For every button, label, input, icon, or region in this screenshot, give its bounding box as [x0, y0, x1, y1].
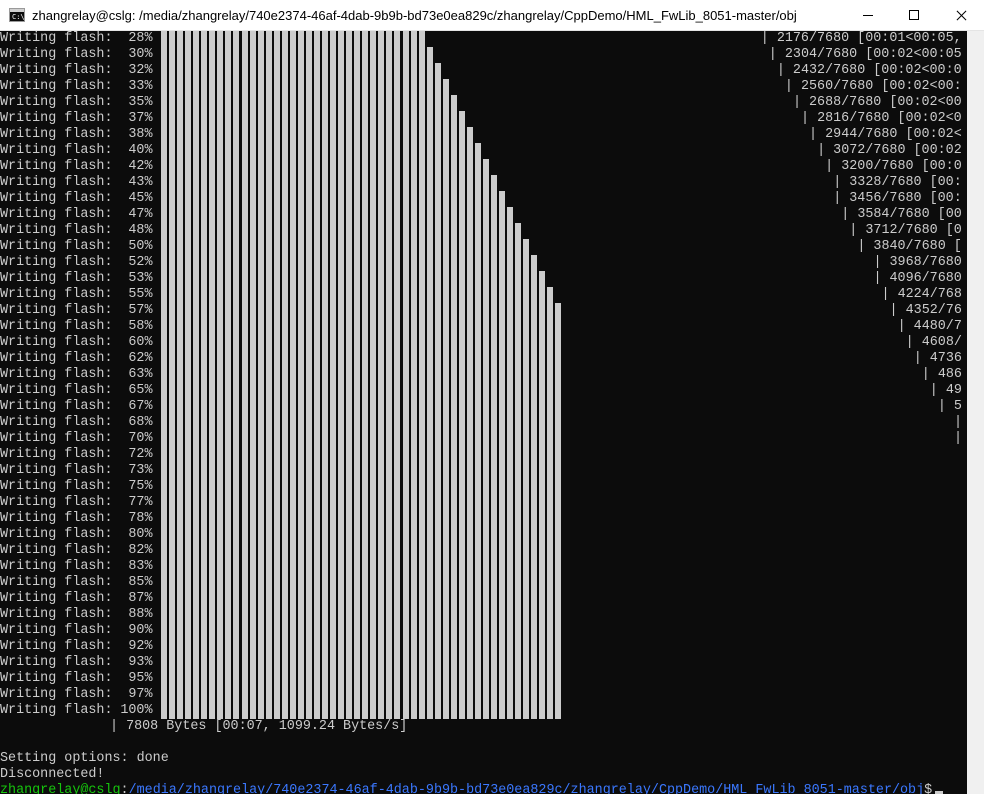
terminal-output[interactable]: Writing flash: 28% Writing flash: 30% Writin… [0, 31, 967, 794]
progress-tail: | 4224/768 [881, 287, 962, 302]
progress-tail: | 5 [937, 399, 962, 414]
progress-tail: | 4096/7680 [873, 271, 962, 286]
progress-tail: | [953, 415, 962, 430]
progress-tail: | 3072/7680 [00:02 [817, 143, 962, 158]
close-button[interactable] [937, 0, 984, 31]
prompt-symbol: $ [924, 783, 933, 794]
progress-tail: | 7808 Bytes [00:07, 1099.24 Bytes/s] [110, 719, 408, 734]
console-app-icon-label: C:\ [12, 13, 25, 21]
progress-tail: | 3584/7680 [00 [841, 207, 962, 222]
progress-tail: | 3328/7680 [00: [833, 175, 962, 190]
progress-tail: | 4352/76 [889, 303, 962, 318]
progress-tail: | 486 [921, 367, 962, 382]
progress-tail: | 2560/7680 [00:02<00: [784, 79, 962, 94]
title-bar[interactable]: C:\ zhangrelay@cslg: /media/zhangrelay/7… [0, 0, 984, 31]
progress-tail: | 3968/7680 [873, 255, 962, 270]
progress-tail: | 4608/ [905, 335, 962, 350]
progress-tail: | 2304/7680 [00:02<00:05 [768, 47, 962, 62]
progress-tail: | 49 [929, 383, 962, 398]
progress-tail: | 2944/7680 [00:02< [809, 127, 962, 142]
prompt-user-host: zhangrelay@cslg [0, 783, 121, 794]
progress-tail: | 2816/7680 [00:02<0 [801, 111, 962, 126]
disconnected-line: Disconnected! [0, 767, 105, 782]
progress-tail-area: | 2176/7680 [00:01<00:05, | 2304/7680 [00… [0, 31, 967, 751]
window-title: zhangrelay@cslg: /media/zhangrelay/740e2… [32, 8, 797, 23]
setting-options-line: Setting options: done [0, 751, 169, 766]
vertical-scrollbar[interactable] [967, 31, 984, 794]
console-app-icon[interactable]: C:\ [9, 8, 25, 22]
progress-tail: | 2432/7680 [00:02<00:0 [776, 63, 962, 78]
progress-tail: | 2688/7680 [00:02<00 [792, 95, 962, 110]
shell-prompt[interactable]: zhangrelay@cslg:/media/zhangrelay/740e23… [0, 783, 944, 794]
progress-tail: | 3712/7680 [0 [849, 223, 962, 238]
progress-tail: | 3840/7680 [ [857, 239, 962, 254]
minimize-button[interactable] [845, 0, 891, 31]
progress-tail: | 4480/7 [897, 319, 962, 334]
progress-tail: | 3456/7680 [00: [833, 191, 962, 206]
progress-tail: | [953, 431, 962, 446]
prompt-path: /media/zhangrelay/740e2374-46af-4dab-9b9… [128, 783, 925, 794]
progress-tail: | 2176/7680 [00:01<00:05, [760, 31, 962, 46]
maximize-button[interactable] [891, 0, 937, 31]
progress-tail: | 3200/7680 [00:0 [825, 159, 962, 174]
prompt-separator: : [120, 783, 129, 794]
progress-tail: | 4736 [913, 351, 962, 366]
